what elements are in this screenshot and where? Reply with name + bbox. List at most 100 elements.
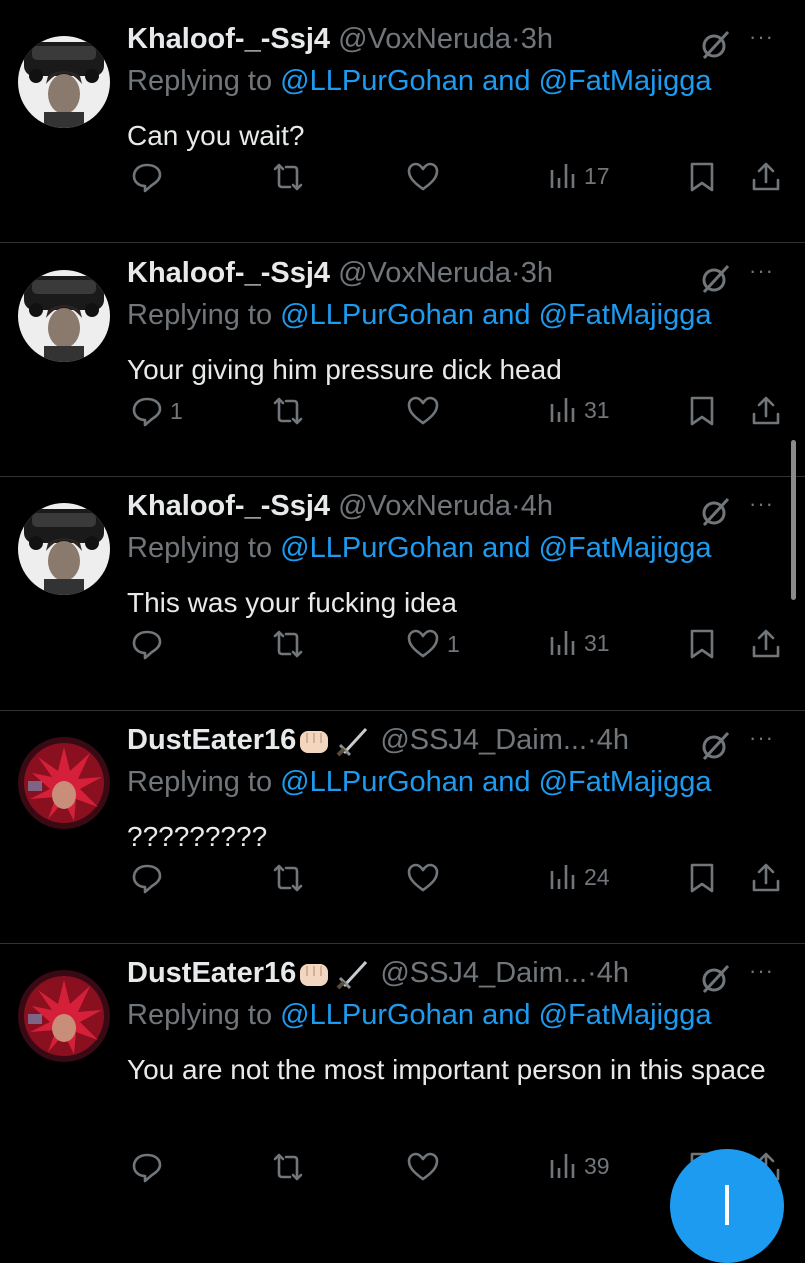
mention-link[interactable]: @LLPurGohan [280,766,474,798]
mention-link[interactable]: @LLPurGohan [280,299,474,331]
more-options-icon[interactable]: ··· [749,258,774,284]
views-icon [550,1154,575,1178]
tweet[interactable]: Khaloof-_-Ssj4 @VoxNeruda·3h ··· Replyin… [0,0,805,233]
bookmark-button[interactable] [687,160,717,194]
bookmark-icon [690,629,714,659]
tweet[interactable]: Khaloof-_-Ssj4 @VoxNeruda·3h ··· Replyin… [0,234,805,467]
repost-button[interactable] [270,160,312,194]
author-name[interactable]: Khaloof-_-Ssj4 [127,490,330,522]
views-icon [550,164,575,188]
more-options-icon[interactable]: ··· [749,958,774,984]
reply-button[interactable] [130,1150,170,1184]
plus-icon [725,1185,729,1225]
mention-link[interactable]: @FatMajigga [539,299,712,331]
mention-link[interactable]: @FatMajigga [539,766,712,798]
repost-button[interactable] [270,394,312,428]
views-button[interactable]: 39 [548,1150,610,1182]
heart-icon [407,863,439,892]
mention-and: and [474,999,539,1031]
avatar[interactable] [18,503,110,595]
tweet-text: Can you wait? [127,120,305,151]
mention-link[interactable]: @LLPurGohan [280,999,474,1031]
like-button[interactable] [405,394,447,428]
mention-and: and [474,299,539,331]
tweet-actions: 17 [0,160,805,204]
author-handle[interactable]: @SSJ4_Daim... [380,724,587,756]
author-handle[interactable]: @SSJ4_Daim... [380,957,587,989]
tweet[interactable]: DustEater16 @SSJ4_Daim...·4h ··· Replyin… [0,701,805,934]
tweet-actions: 1 31 [0,627,805,671]
bookmark-button[interactable] [687,861,717,895]
more-options-icon[interactable]: ··· [749,24,774,50]
reply-button[interactable] [130,160,170,194]
views-button[interactable]: 17 [548,160,610,192]
timestamp[interactable]: 3h [521,23,553,55]
reply-icon [132,163,162,193]
author-name[interactable]: DustEater16 [127,724,296,756]
mention-link[interactable]: @FatMajigga [539,999,712,1031]
author-handle[interactable]: @VoxNeruda [338,23,511,55]
reply-icon [132,630,162,660]
bookmark-button[interactable] [687,394,717,428]
reply-count: 1 [170,397,183,424]
avatar[interactable] [18,737,110,829]
like-button[interactable]: 1 [405,627,460,661]
separator-dot: · [587,724,597,756]
grok-icon[interactable] [698,28,732,62]
mention-link[interactable]: @LLPurGohan [280,532,474,564]
scrollbar[interactable] [791,440,796,600]
repost-button[interactable] [270,861,312,895]
compose-button[interactable] [670,1149,784,1263]
more-options-icon[interactable]: ··· [749,725,774,751]
timestamp[interactable]: 3h [521,257,553,289]
mention-link[interactable]: @FatMajigga [539,532,712,564]
avatar[interactable] [18,36,110,128]
tweet[interactable]: DustEater16 @SSJ4_Daim...·4h ··· Replyin… [0,934,805,1200]
view-count: 31 [584,396,610,423]
more-options-icon[interactable]: ··· [749,491,774,517]
share-button[interactable] [750,160,782,194]
share-button[interactable] [750,394,782,428]
tweet-text: ????????? [127,821,268,852]
author-handle[interactable]: @VoxNeruda [338,257,511,289]
reply-icon [132,1153,162,1183]
repost-button[interactable] [270,627,312,661]
bookmark-button[interactable] [687,627,717,661]
author-handle[interactable]: @VoxNeruda [338,490,511,522]
avatar[interactable] [18,270,110,362]
grok-icon[interactable] [698,495,732,529]
reply-button[interactable] [130,861,170,895]
views-button[interactable]: 31 [548,394,610,426]
grok-icon[interactable] [698,962,732,996]
replying-to: Replying to @LLPurGohan and @FatMajigga [127,765,711,799]
bookmark-icon [690,396,714,426]
views-button[interactable]: 31 [548,627,610,659]
author-name[interactable]: Khaloof-_-Ssj4 [127,23,330,55]
mention-link[interactable]: @FatMajigga [539,65,712,97]
grok-icon[interactable] [698,262,732,296]
views-button[interactable]: 24 [548,861,610,893]
share-button[interactable] [750,627,782,661]
grok-icon[interactable] [698,729,732,763]
author-name[interactable]: Khaloof-_-Ssj4 [127,257,330,289]
like-button[interactable] [405,160,447,194]
timestamp[interactable]: 4h [597,724,629,756]
reply-icon [132,397,162,427]
bookmark-icon [690,162,714,192]
like-button[interactable] [405,861,447,895]
tweet[interactable]: Khaloof-_-Ssj4 @VoxNeruda·4h ··· Replyin… [0,467,805,700]
views-icon [550,398,575,422]
like-button[interactable] [405,1150,447,1184]
timestamp[interactable]: 4h [521,490,553,522]
share-button[interactable] [750,861,782,895]
view-count: 17 [584,162,610,189]
replying-to-label: Replying to [127,766,281,798]
reply-button[interactable]: 1 [130,394,183,428]
repost-button[interactable] [270,1150,312,1184]
replying-to: Replying to @LLPurGohan and @FatMajigga [127,298,711,332]
author-name[interactable]: DustEater16 [127,957,296,989]
avatar[interactable] [18,970,110,1062]
reply-button[interactable] [130,627,170,661]
mention-link[interactable]: @LLPurGohan [280,65,474,97]
timestamp[interactable]: 4h [597,957,629,989]
